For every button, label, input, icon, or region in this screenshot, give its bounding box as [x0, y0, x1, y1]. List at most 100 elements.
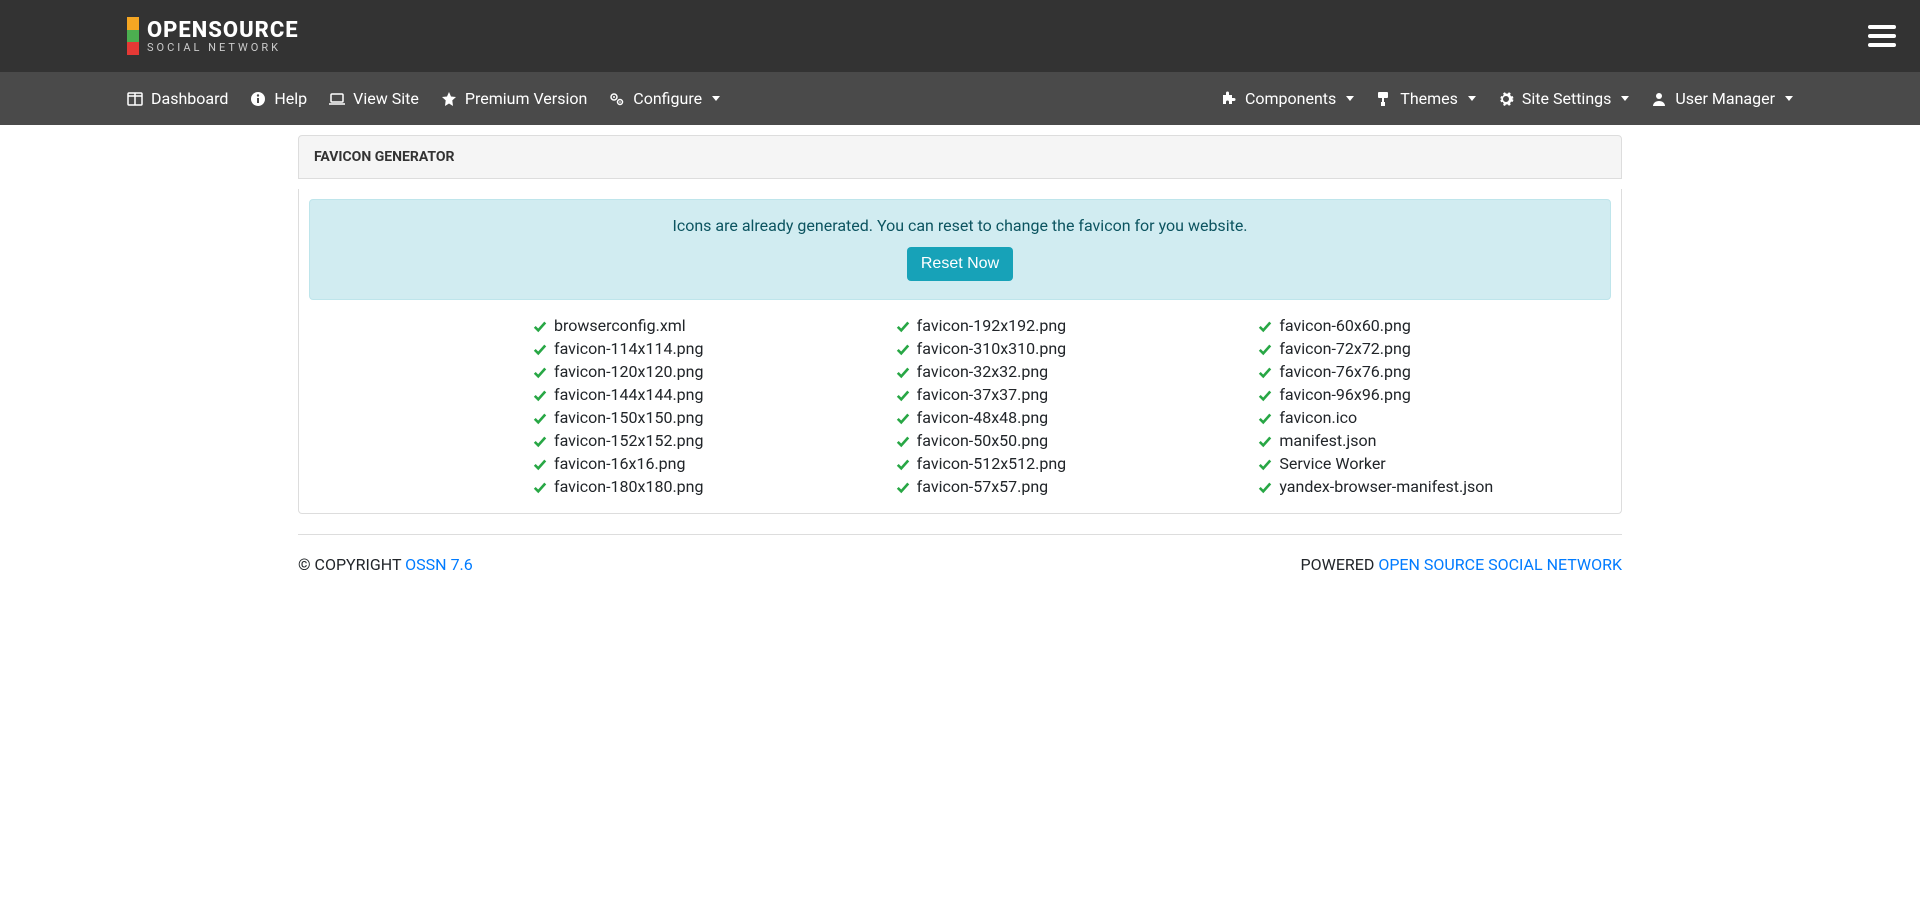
file-name: favicon-512x512.png — [917, 454, 1066, 473]
file-col-3: favicon-60x60.pngfavicon-72x72.pngfavico… — [1258, 314, 1601, 498]
file-item: favicon-150x150.png — [533, 406, 876, 429]
file-columns: browserconfig.xml favicon-114x114.png favi… — [309, 314, 1611, 498]
file-name: favicon-72x72.png — [1279, 339, 1410, 358]
star-icon — [441, 91, 457, 107]
nav-help[interactable]: Help — [250, 89, 307, 108]
file-name: favicon-114x114.png — [554, 339, 703, 358]
file-item: favicon-72x72.png — [1258, 337, 1601, 360]
file-name: favicon-96x96.png — [1279, 385, 1410, 404]
check-icon — [1258, 319, 1272, 333]
file-item: browserconfig.xml — [533, 314, 876, 337]
check-icon — [896, 457, 910, 471]
nav-label: Site Settings — [1522, 89, 1612, 108]
page-title: FAVICON GENERATOR — [298, 135, 1622, 179]
file-item: favicon-180x180.png — [533, 475, 876, 498]
check-icon — [896, 319, 910, 333]
check-icon — [1258, 342, 1272, 356]
file-name: favicon-48x48.png — [917, 408, 1048, 427]
nav-dashboard[interactable]: Dashboard — [127, 89, 228, 108]
powered-link[interactable]: OPEN SOURCE SOCIAL NETWORK — [1378, 555, 1622, 574]
nav-themes[interactable]: Themes — [1376, 89, 1476, 108]
file-item: favicon-310x310.png — [896, 337, 1239, 360]
file-item: favicon-50x50.png — [896, 429, 1239, 452]
file-name: favicon-16x16.png — [554, 454, 685, 473]
hamburger-menu-icon[interactable] — [1864, 21, 1900, 51]
check-icon — [896, 388, 910, 402]
nav-label: Components — [1245, 89, 1336, 108]
nav-site-settings[interactable]: Site Settings — [1498, 89, 1630, 108]
nav-components[interactable]: Components — [1221, 89, 1354, 108]
reset-button[interactable]: Reset Now — [907, 247, 1013, 281]
nav-label: View Site — [353, 89, 419, 108]
check-icon — [1258, 480, 1272, 494]
nav-left: Dashboard Help View Site Premium Version… — [127, 89, 720, 108]
file-item: favicon-16x16.png — [533, 452, 876, 475]
logo-stripes-icon — [127, 17, 139, 55]
powered-prefix: POWERED — [1301, 555, 1379, 574]
nav-view-site[interactable]: View Site — [329, 89, 419, 108]
logo[interactable]: OPENSOURCE SOCIAL NETWORK — [127, 17, 299, 55]
file-item: favicon-32x32.png — [896, 360, 1239, 383]
user-icon — [1651, 91, 1667, 107]
main-container: FAVICON GENERATOR Icons are already gene… — [298, 125, 1622, 514]
logo-line1: OPENSOURCE — [147, 20, 299, 42]
check-icon — [896, 342, 910, 356]
topbar: OPENSOURCE SOCIAL NETWORK — [0, 0, 1920, 72]
footer: © COPYRIGHT OSSN 7.6 POWERED OPEN SOURCE… — [298, 534, 1622, 614]
file-item: manifest.json — [1258, 429, 1601, 452]
file-col-1: browserconfig.xml favicon-114x114.png favi… — [533, 314, 876, 498]
file-item: favicon-120x120.png — [533, 360, 876, 383]
info-icon — [250, 91, 266, 107]
alert-info: Icons are already generated. You can res… — [309, 199, 1611, 300]
nav-user-manager[interactable]: User Manager — [1651, 89, 1793, 108]
cogs-icon — [609, 91, 625, 107]
alert-text: Icons are already generated. You can res… — [330, 216, 1590, 235]
powered-by: POWERED OPEN SOURCE SOCIAL NETWORK — [1301, 555, 1622, 574]
file-item: favicon-76x76.png — [1258, 360, 1601, 383]
panel-body: Icons are already generated. You can res… — [298, 189, 1622, 514]
file-name: favicon-120x120.png — [554, 362, 703, 381]
file-item: yandex-browser-manifest.json — [1258, 475, 1601, 498]
paint-icon — [1376, 91, 1392, 107]
laptop-icon — [329, 91, 345, 107]
check-icon — [533, 388, 547, 402]
file-name: favicon.ico — [1279, 408, 1357, 427]
nav-configure[interactable]: Configure — [609, 89, 720, 108]
chevron-down-icon — [1346, 96, 1354, 101]
copyright: © COPYRIGHT OSSN 7.6 — [298, 555, 473, 574]
file-item: favicon-37x37.png — [896, 383, 1239, 406]
check-icon — [533, 434, 547, 448]
file-name: favicon-32x32.png — [917, 362, 1048, 381]
file-item: favicon-57x57.png — [896, 475, 1239, 498]
nav-premium[interactable]: Premium Version — [441, 89, 587, 108]
check-icon — [896, 480, 910, 494]
file-name: favicon-37x37.png — [917, 385, 1048, 404]
file-name: favicon-76x76.png — [1279, 362, 1410, 381]
check-icon — [896, 434, 910, 448]
file-item: favicon-192x192.png — [896, 314, 1239, 337]
file-name: Service Worker — [1279, 454, 1385, 473]
file-name: yandex-browser-manifest.json — [1279, 477, 1493, 496]
check-icon — [1258, 388, 1272, 402]
nav-label: Premium Version — [465, 89, 587, 108]
nav-label: Help — [274, 89, 307, 108]
file-name: favicon-50x50.png — [917, 431, 1048, 450]
check-icon — [896, 411, 910, 425]
check-icon — [533, 411, 547, 425]
copyright-prefix: © COPYRIGHT — [298, 555, 405, 574]
check-icon — [896, 365, 910, 379]
file-name: favicon-310x310.png — [917, 339, 1066, 358]
copyright-link[interactable]: OSSN 7.6 — [405, 555, 473, 574]
nav-label: Themes — [1400, 89, 1458, 108]
file-col-2: favicon-192x192.png favicon-310x310.png fa… — [896, 314, 1239, 498]
check-icon — [1258, 457, 1272, 471]
columns-icon — [127, 91, 143, 107]
file-name: favicon-192x192.png — [917, 316, 1066, 335]
file-name: favicon-57x57.png — [917, 477, 1048, 496]
chevron-down-icon — [1785, 96, 1793, 101]
file-item: favicon-144x144.png — [533, 383, 876, 406]
file-name: favicon-150x150.png — [554, 408, 703, 427]
nav-label: Dashboard — [151, 89, 228, 108]
nav-right: Components Themes Site Settings User Man… — [1221, 89, 1793, 108]
file-item: favicon-512x512.png — [896, 452, 1239, 475]
